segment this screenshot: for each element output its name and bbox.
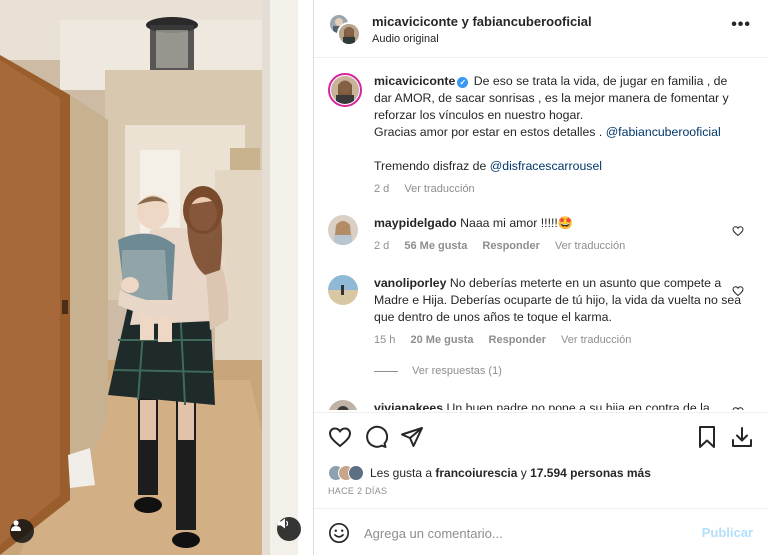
share-send-icon[interactable] [400, 425, 424, 449]
post-media[interactable] [0, 0, 313, 555]
caption-username[interactable]: micaviciconte [374, 74, 455, 88]
caption-body: micaviciconte ✓ De eso se trata la vida, … [374, 73, 744, 198]
view-replies-button[interactable]: Ver respuestas (1) [374, 365, 502, 377]
collab-avatars[interactable] [328, 13, 361, 46]
post-header: micaviciconte y fabiancuberooficial Audi… [314, 0, 767, 58]
comment-meta: 2 d 56 Me gusta Responder Ver traducción [374, 238, 744, 255]
comment-time: 2 d [374, 240, 390, 252]
like-heart-icon[interactable] [328, 425, 352, 449]
caption-time: 2 d [374, 183, 390, 195]
publish-button[interactable]: Publicar [702, 525, 753, 540]
comment-bubble-icon[interactable] [364, 425, 388, 449]
audio-toggle-button[interactable] [277, 517, 301, 541]
avatar[interactable] [328, 73, 362, 107]
likes-summary[interactable]: Les gusta a francoiurescia y 17.594 pers… [328, 463, 651, 483]
see-translation-button[interactable]: Ver traducción [404, 183, 474, 195]
comment-body: maypidelgado Naaa mi amor !!!!!🤩 2 d 56 … [374, 215, 744, 255]
comment-text: Naaa mi amor !!!!! [460, 216, 558, 230]
mention-link[interactable]: @fabiancuberooficial [606, 125, 721, 139]
likes-prefix: Les gusta a [370, 466, 433, 480]
avatar[interactable] [328, 215, 358, 245]
download-icon[interactable] [730, 425, 754, 449]
reply-button[interactable]: Responder [489, 334, 546, 346]
see-translation-button[interactable]: Ver traducción [561, 334, 631, 346]
comment-meta: 15 h 20 Me gusta Responder Ver traducció… [374, 332, 744, 349]
liker-username[interactable]: francoiurescia [435, 466, 517, 480]
user-icon [11, 520, 21, 531]
view-replies-label: Ver respuestas (1) [412, 365, 502, 377]
mention-link[interactable]: @disfracescarrousel [490, 159, 602, 173]
likes-conjunction: y [520, 466, 527, 480]
comment-body: vanoliporley No deberías meterte en un a… [374, 275, 744, 349]
more-horizontal-icon: ••• [731, 16, 751, 33]
comment-likes[interactable]: 56 Me gusta [404, 240, 467, 252]
post-authors[interactable]: micaviciconte y fabiancuberooficial [372, 14, 592, 29]
caption-text-3: Tremendo disfraz de [374, 159, 487, 173]
verified-badge-icon: ✓ [457, 77, 469, 88]
avatar[interactable] [328, 400, 358, 410]
audio-label[interactable]: Audio original [372, 33, 439, 45]
likes-count[interactable]: 17.594 personas más [530, 466, 651, 480]
comment-likes[interactable]: 20 Me gusta [410, 334, 473, 346]
comment-username[interactable]: vanoliporley [374, 276, 446, 290]
post-panel: micaviciconte y fabiancuberooficial Audi… [314, 0, 767, 555]
caption-meta: 2 d Ver traducción [374, 181, 744, 198]
action-bar [314, 412, 767, 462]
comment-like-heart-icon[interactable] [732, 225, 744, 237]
avatar [348, 465, 364, 481]
comment-username[interactable]: vivianakees [374, 401, 443, 410]
comment-username[interactable]: maypidelgado [374, 216, 457, 230]
reply-button[interactable]: Responder [482, 240, 539, 252]
comment-like-heart-icon[interactable] [732, 285, 744, 297]
caption-text-2: Gracias amor por estar en estos detalles… [374, 125, 603, 139]
avatar [337, 22, 361, 46]
speaker-icon [278, 518, 289, 529]
tagged-users-button[interactable] [10, 519, 34, 543]
comment-time: 15 h [374, 334, 396, 346]
comment-body: vivianakees Un buen padre no pone a su h… [374, 400, 744, 410]
comment-input[interactable] [364, 522, 684, 544]
comment-text: Un buen padre no pone a su hija en contr… [446, 401, 710, 410]
post-timestamp: HACE 2 DÍAS [328, 486, 388, 496]
replies-line [374, 370, 398, 372]
comment-like-heart-icon[interactable] [732, 406, 744, 410]
likes-text: Les gusta a francoiurescia y 17.594 pers… [370, 466, 651, 480]
comments-list[interactable]: micaviciconte ✓ De eso se trata la vida, … [314, 59, 767, 410]
video-frame [0, 0, 313, 555]
emoji-smiley-icon[interactable] [328, 522, 350, 544]
see-translation-button[interactable]: Ver traducción [555, 240, 625, 252]
bookmark-icon[interactable] [696, 425, 718, 449]
comment-composer: Publicar [314, 508, 767, 555]
more-options-button[interactable]: ••• [731, 17, 751, 33]
avatar[interactable] [328, 275, 358, 305]
star-struck-emoji-icon: 🤩 [557, 216, 574, 230]
